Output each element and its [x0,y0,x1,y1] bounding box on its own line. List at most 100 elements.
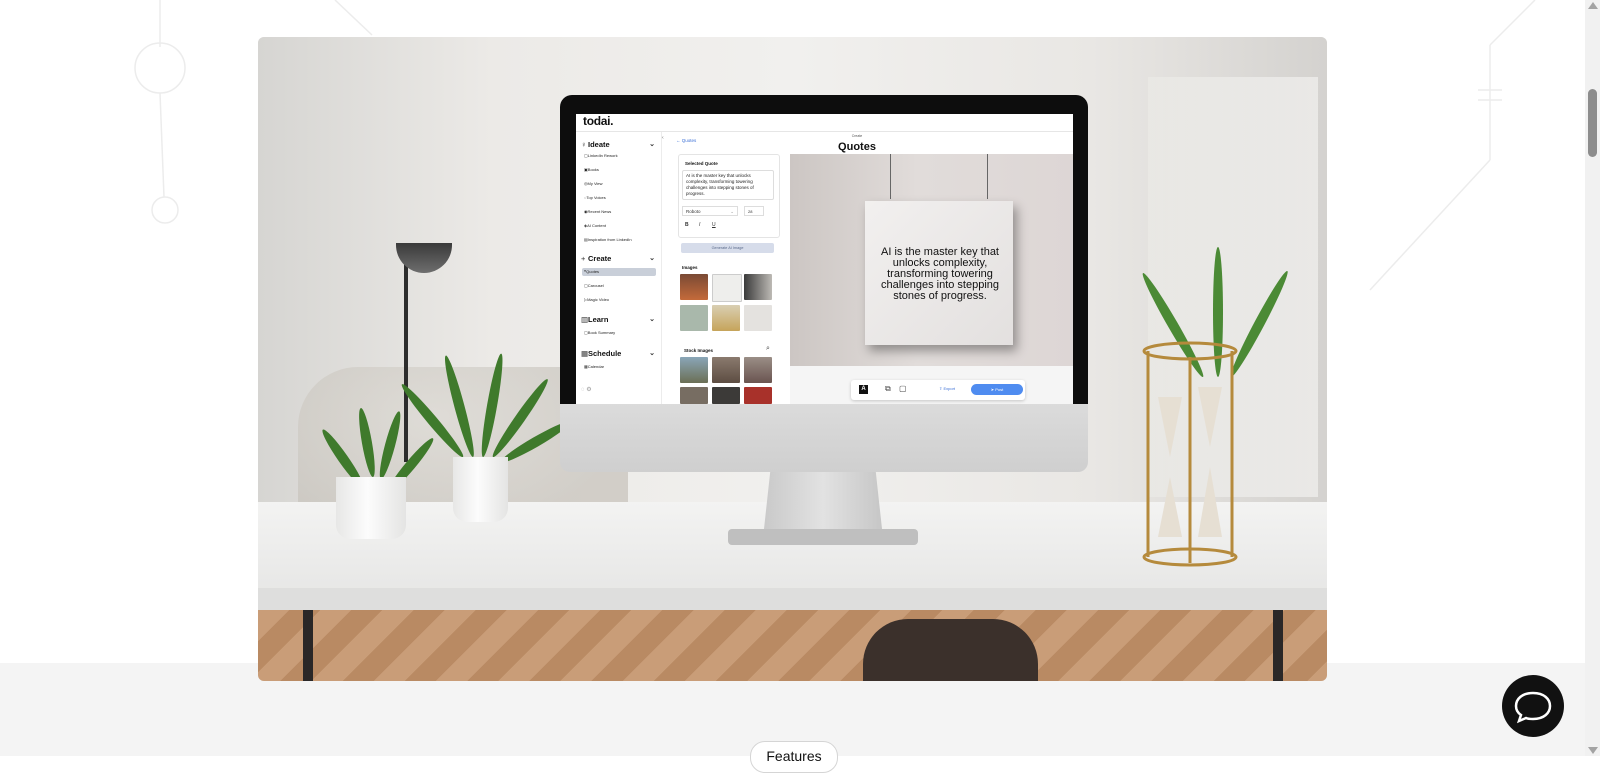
sidebar-item-label: My View [587,181,603,186]
image-thumbnail[interactable] [680,274,708,300]
section-label: Learn [588,315,609,324]
floor-lamp-pole [404,257,408,462]
wooden-floor [258,610,1327,681]
sidebar-item-book-summary[interactable]: ▢Book Summary [582,329,656,337]
sidebar-item-label: Carousel [587,283,604,288]
sidebar-item-label: Recent News [587,209,612,214]
sidebar-item-label: LinkedIn Rework [587,153,618,158]
sidebar-item-magic-video[interactable]: ▷Magic Video [582,296,656,304]
chevron-down-icon: ⌄ [730,209,734,214]
poster-hanger [987,154,988,199]
breadcrumb: Create [851,134,863,138]
text-tool-button[interactable]: A [859,385,868,394]
sidebar-item-recent-news[interactable]: ◉Recent News [582,208,656,216]
image-thumbnail[interactable] [680,305,708,331]
font-select[interactable]: Roboto ⌄ [682,206,738,216]
chevron-down-icon: ⌄ [649,255,655,262]
post-label: Post [995,387,1004,392]
stock-image-thumbnail[interactable] [744,357,772,383]
plant-pot [453,457,508,522]
app-header: todai. [576,114,1073,132]
app-screenshot: todai. ♀Ideate ⌄ ▢LinkedIn Rework ▣Books… [576,114,1073,404]
underline-button[interactable]: U [712,222,716,228]
search-icon[interactable]: ⌕ [766,345,770,353]
lightbulb-icon: ♀ [581,140,587,149]
stock-images-title: Stock Images [684,348,714,353]
sidebar-item-ai-content[interactable]: ◈AI Content [582,222,656,230]
image-thumbnail[interactable] [744,305,772,331]
book-icon: ▥ [581,315,589,324]
generate-ai-image-button[interactable]: Generate AI Image [681,243,774,253]
stock-image-thumbnail[interactable] [744,387,772,404]
post-button[interactable]: ➤ Post [971,384,1023,395]
images-title: Images [682,265,698,270]
sidebar-section-schedule[interactable]: ▦Schedule ⌄ [581,349,657,358]
sidebar-item-my-view[interactable]: ◎My View [582,180,656,188]
sidebar-item-carousel[interactable]: ▢Carousel [582,282,656,290]
stock-image-thumbnail[interactable] [712,387,740,404]
chevron-down-icon: ⌄ [649,316,655,323]
stock-image-thumbnail[interactable] [680,387,708,404]
settings-icon[interactable]: ◌ ⚙ [581,386,592,393]
stock-image-thumbnail[interactable] [712,357,740,383]
app-logo: todai. [583,114,614,128]
sidebar-section-create[interactable]: + Create ⌄ [581,254,657,263]
hourglass-decor [1142,341,1238,567]
sidebar-item-label: Quotes [586,269,600,274]
page-title: Quotes [838,141,876,153]
sidebar-item-label: Calendar [587,364,605,369]
sidebar-item-label: Books [587,167,599,172]
sidebar-section-learn[interactable]: ▥Learn ⌄ [581,315,657,324]
chair-back [863,619,1038,681]
plant-pot [336,477,406,539]
image-thumbnail[interactable] [712,305,740,331]
selected-quote-card: Selected Quote AI is the master key that… [678,154,780,238]
section-label: Create [588,254,612,263]
desk-leg [303,610,313,681]
shapes-icon[interactable]: ⧉ [885,384,891,394]
quote-poster: AI is the master key that unlocks comple… [865,201,1013,345]
font-controls: Roboto ⌄ 28 [682,206,774,216]
font-value: Roboto [686,209,701,214]
sidebar-item-label: AI Content [587,223,606,228]
export-button[interactable]: ⇪ Export [939,386,955,391]
selected-quote-title: Selected Quote [685,161,718,166]
stock-image-thumbnail[interactable] [680,357,708,383]
chat-bubble-icon [1514,691,1552,724]
features-section-label: Features [750,741,838,773]
chat-widget-button[interactable] [1502,675,1564,737]
scroll-up-arrow-icon[interactable] [1588,2,1598,9]
frame-icon[interactable]: ▢ [899,384,907,393]
sidebar-item-books[interactable]: ▣Books [582,166,656,174]
sidebar-item-label: Book Summary [587,330,616,335]
quote-text-input[interactable]: AI is the master key that unlocks comple… [682,170,774,200]
sidebar-section-ideate[interactable]: ♀Ideate ⌄ [581,140,657,149]
section-label: Schedule [588,349,622,358]
sidebar-item-label: Magic Video [587,297,610,302]
page-scrollbar[interactable] [1585,0,1600,756]
sidebar-item-label: Inspiration from LinkedIn [587,237,632,242]
canvas-toolbar: A ⧉ ▢ ⇪ Export ➤ Post [851,380,1025,400]
chevron-down-icon: ⌄ [649,141,655,148]
monitor-stand-base [728,529,918,545]
sidebar-item-calendar[interactable]: ▦Calendar [582,363,656,371]
font-size-select[interactable]: 28 [744,206,764,216]
poster-background: AI is the master key that unlocks comple… [790,154,1073,366]
export-label: Export [943,386,956,391]
editor-panel: Selected Quote AI is the master key that… [678,154,782,404]
image-thumbnail[interactable] [744,274,772,300]
scrollbar-thumb[interactable] [1588,89,1597,157]
image-thumbnail[interactable] [712,274,742,302]
scroll-down-arrow-icon[interactable] [1588,747,1598,754]
sidebar-item-linkedin-rework[interactable]: ▢LinkedIn Rework [582,152,656,160]
italic-button[interactable]: I [699,222,700,228]
app-sidebar: ♀Ideate ⌄ ▢LinkedIn Rework ▣Books ◎My Vi… [576,132,662,404]
monitor-chin [560,404,1088,472]
sidebar-item-quotes[interactable]: ❝Quotes [582,268,656,276]
preview-canvas: AI is the master key that unlocks comple… [790,154,1073,404]
desk-edge [258,588,1327,610]
sidebar-item-inspiration[interactable]: ▤Inspiration from LinkedIn [582,236,656,244]
bold-button[interactable]: B [685,222,689,228]
poster-quote-text: AI is the master key that unlocks comple… [880,246,1000,302]
sidebar-item-top-voices[interactable]: ◌Top Voices [582,194,656,202]
